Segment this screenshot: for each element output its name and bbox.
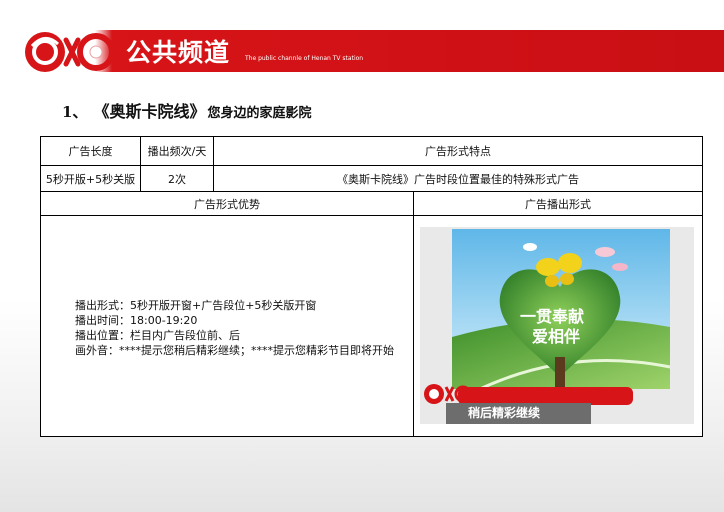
channel-english-name: The public channle of Henan TV station [245, 55, 364, 62]
content-row: 播出形式：5秒开版开窗+广告段位+5秒关版开窗 播出时间：18:00-19:20… [40, 215, 703, 437]
cell-ad-length: 5秒开版+5秒关版 [40, 165, 141, 192]
advantage-line: 播出时间：18:00-19:20 [75, 314, 198, 327]
table-header-row: 广告长度 播出频次/天 广告形式特点 [40, 136, 703, 166]
table-row: 5秒开版+5秒关版 2次 《奥斯卡院线》广告时段位置最佳的特殊形式广告 [40, 165, 703, 192]
cell-frequency: 2次 [140, 165, 214, 192]
channel-logo [25, 32, 115, 72]
ad-screenshot-image: 一贯奉献 爱相伴 [420, 227, 694, 424]
channel-name: 公共频道 [126, 38, 231, 67]
title-subtitle: 您身边的家庭影院 [207, 106, 312, 121]
header-frequency: 播出频次/天 [140, 136, 214, 166]
ad-slogan-line1: 一贯奉献 [520, 307, 584, 326]
ad-caption: 稍后精彩继续 [468, 406, 541, 420]
cell-ad-features: 《奥斯卡院线》广告时段位置最佳的特殊形式广告 [213, 165, 703, 192]
header-ad-advantages: 广告形式优势 [40, 191, 414, 216]
broadcast-form-cell: 一贯奉献 爱相伴 稍后精彩继续 [413, 215, 703, 437]
ad-screenshot: 一贯奉献 爱相伴 稍后精彩继续 [420, 227, 694, 424]
ad-info-table: 广告长度 播出频次/天 广告形式特点 5秒开版+5秒关版 2次 《奥斯卡院线》广… [40, 136, 703, 437]
advantage-line: 播出位置：栏目内广告段位前、后 [75, 329, 240, 342]
page-title: 1、 《奥斯卡院线》 您身边的家庭影院 [62, 98, 311, 122]
advantage-line: 播出形式：5秒开版开窗+广告段位+5秒关版开窗 [75, 299, 317, 312]
section-header-row: 广告形式优势 广告播出形式 [40, 191, 703, 216]
title-number: 1、 [62, 103, 88, 121]
header-ad-features: 广告形式特点 [213, 136, 703, 166]
header-ad-broadcast-form: 广告播出形式 [413, 191, 703, 216]
header-ad-length: 广告长度 [40, 136, 141, 166]
advantage-line: 画外音：****提示您稍后精彩继续；****提示您精彩节目即将开始 [75, 344, 394, 357]
advantages-cell: 播出形式：5秒开版开窗+广告段位+5秒关版开窗 播出时间：18:00-19:20… [40, 215, 414, 437]
title-program-name: 《奥斯卡院线》 [101, 102, 206, 121]
advantages-list: 播出形式：5秒开版开窗+广告段位+5秒关版开窗 播出时间：18:00-19:20… [41, 294, 413, 358]
ad-slogan-line2: 爱相伴 [532, 327, 580, 346]
